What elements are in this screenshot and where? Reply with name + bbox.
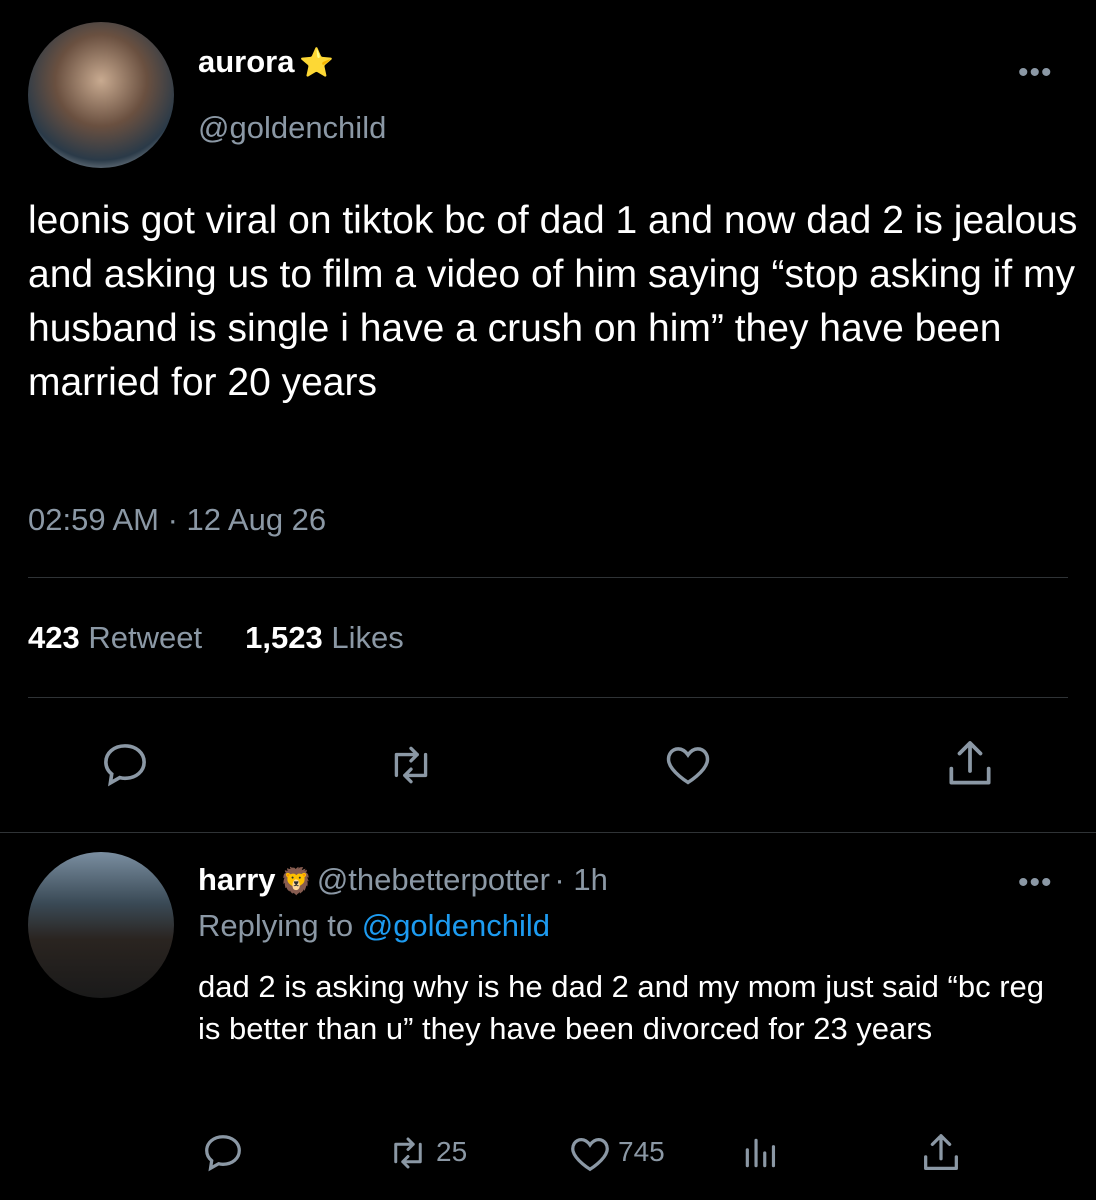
divider [0,832,1096,833]
like-count: 1,523 [245,620,323,655]
star-badge-icon: ⭐ [298,47,334,78]
reply-avatar[interactable] [28,852,174,998]
divider [28,697,1068,698]
like-icon[interactable] [660,738,716,790]
replying-prefix: Replying to [198,908,354,943]
reply-handle[interactable]: @thebetterpotter [317,862,550,897]
reply-time: · 1h [554,862,608,897]
retweet-label: Retweet [88,620,203,655]
likes-label: Likes [331,620,404,655]
reply-text: dad 2 is asking why is he dad 2 and my m… [198,969,1045,1046]
likes-stat[interactable]: 1,523 Likes [245,620,404,655]
reply-retweet-icon[interactable] [384,1132,432,1174]
reply-reply-icon[interactable] [200,1130,246,1176]
reply-icon[interactable] [98,738,152,792]
reply-retweet-count: 25 [436,1136,468,1167]
share-icon[interactable] [942,736,998,792]
retweet-icon[interactable] [382,740,440,790]
reply-like-count: 745 [618,1136,665,1167]
tweet-timestamp[interactable]: 02:59 AM · 12 Aug 26 [28,502,326,538]
display-name[interactable]: aurora [198,44,294,79]
retweet-count: 423 [28,620,80,655]
author-handle[interactable]: @goldenchild [198,110,386,146]
replying-to: Replying to @goldenchild [198,908,550,944]
reply-more-options-icon[interactable]: ••• [1018,866,1053,900]
replying-mention[interactable]: @goldenchild [362,908,550,943]
reply-header: harry 🦁 @thebetterpotter · 1h [198,862,608,898]
reply-like-icon[interactable] [566,1130,614,1176]
tweet-text: leonis got viral on tiktok bc of dad 1 a… [28,199,1078,404]
analytics-icon[interactable] [740,1134,780,1172]
lion-badge-icon: 🦁 [280,866,313,896]
retweet-stat[interactable]: 423 Retweet [28,620,202,655]
avatar[interactable] [28,22,174,168]
more-options-icon[interactable]: ••• [1018,56,1053,90]
reply-display-name[interactable]: harry [198,862,276,897]
divider [28,577,1068,578]
author-name-row: aurora ⭐ [198,44,334,80]
engagement-stats: 423 Retweet 1,523 Likes [28,620,404,656]
reply-share-icon[interactable] [918,1130,964,1176]
